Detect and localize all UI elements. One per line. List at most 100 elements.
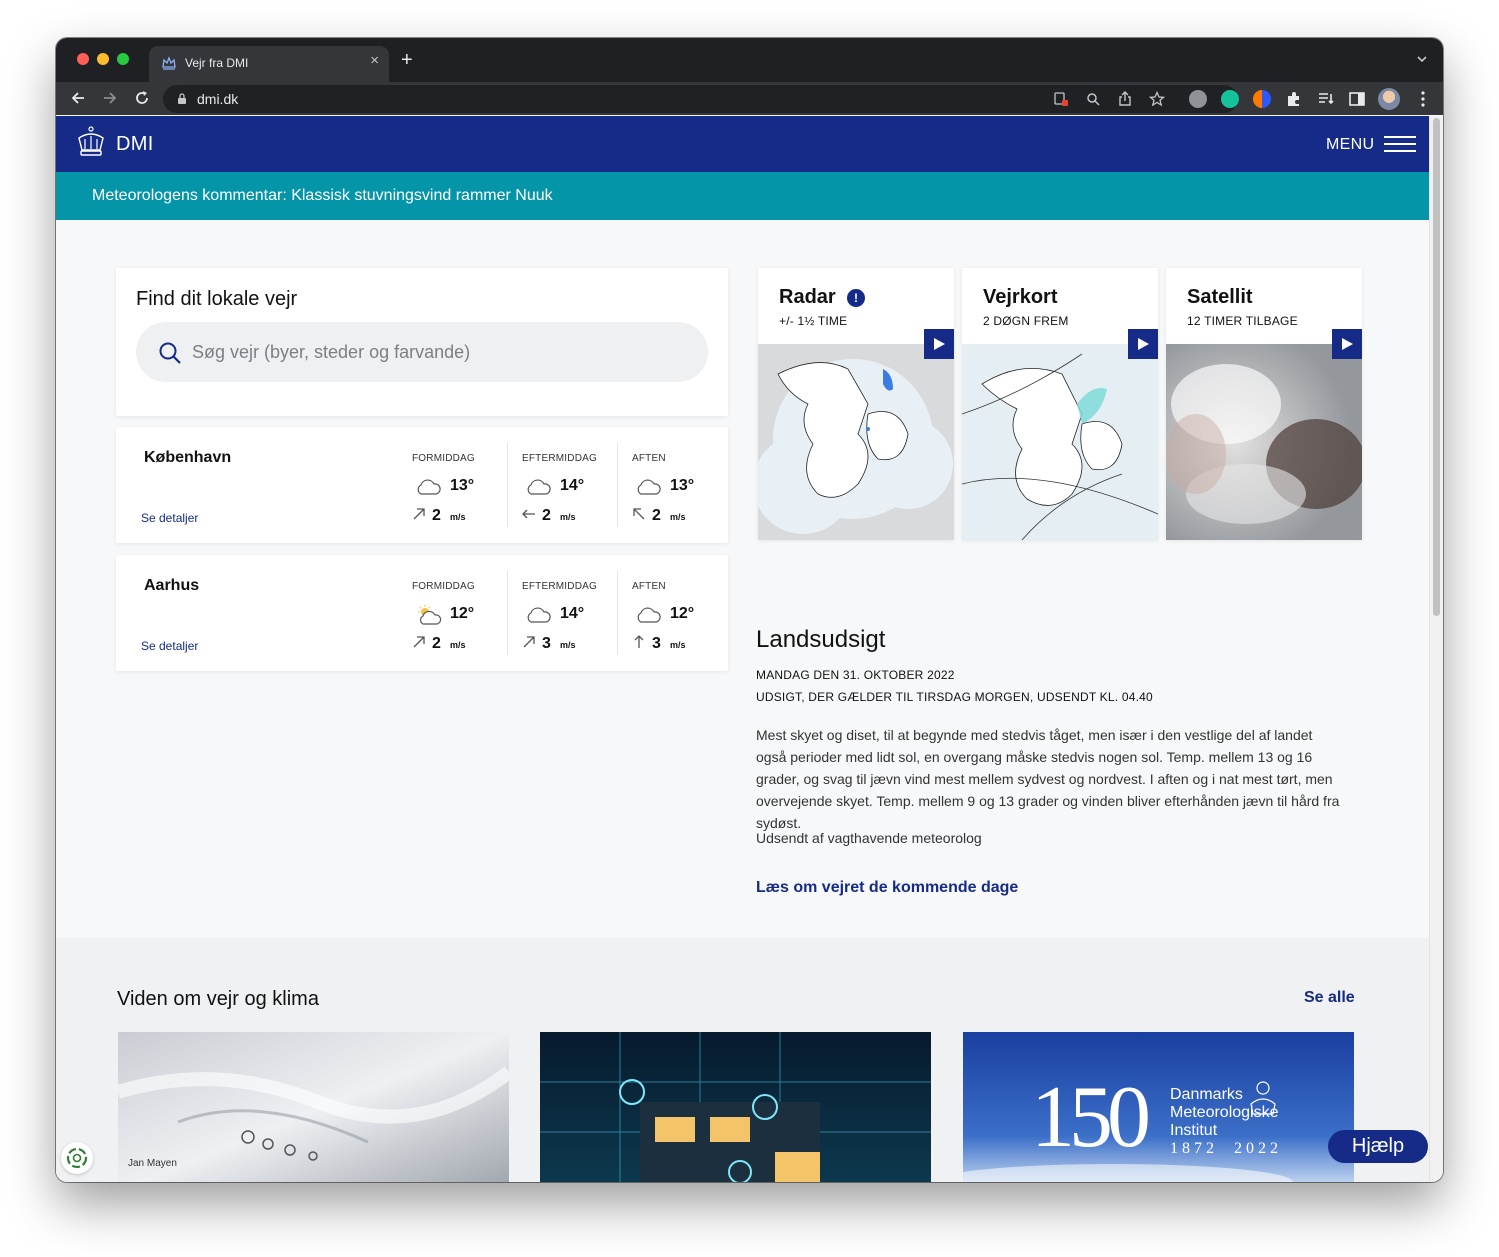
search-icon [159,342,181,364]
see-details-link[interactable]: Se detaljer [141,639,198,653]
see-all-link[interactable]: Se alle [1304,989,1355,1007]
blocked-popup-icon[interactable] [1053,91,1069,107]
search-card-title: Find dit lokale vejr [136,288,298,310]
wind-speed: 2 [652,507,661,524]
minimize-window-button[interactable] [97,53,109,65]
play-icon [1342,338,1353,350]
reading-list-icon[interactable] [1317,90,1335,108]
article-card[interactable]: Jan Mayen [118,1032,509,1182]
cloud-icon [527,479,551,495]
wind-unit: m/s [450,512,466,522]
help-button[interactable]: Hjælp [1328,1130,1428,1163]
forecast-validity: UDSIGT, DER GÆLDER TIL TIRSDAG MORGEN, U… [756,690,1153,704]
info-icon[interactable]: ! [847,289,865,307]
article-card[interactable] [540,1032,931,1182]
period-divider [617,571,618,655]
maximize-window-button[interactable] [117,53,129,65]
site-logo-text[interactable]: DMI [116,133,154,156]
wind-speed: 2 [432,507,441,524]
page-scrollbar[interactable] [1429,116,1443,1182]
crown-icon [162,56,176,70]
period-formiddag: FORMIDDAG 13° 2 m/s [412,441,522,531]
play-button[interactable] [924,329,954,359]
city-card-aarhus: Aarhus Se detaljer FORMIDDAG 12° 2 m/s E… [116,555,728,671]
arrow-up-right-icon [413,636,425,648]
arrow-up-left-icon [633,508,645,520]
city-name: Aarhus [144,577,200,594]
address-bar[interactable]: dmi.dk [163,85,1238,113]
scrollbar-thumb[interactable] [1433,118,1440,616]
browser-tab[interactable]: Vejr fra DMI × [149,46,389,82]
arrow-up-icon [634,635,644,648]
chevron-down-icon[interactable] [1415,52,1429,66]
forward-arrow-icon[interactable] [101,89,119,107]
extension-grammarly-icon[interactable] [1221,90,1239,108]
more-vertical-icon[interactable] [1414,90,1432,108]
search-box[interactable] [136,322,708,382]
wind-speed: 2 [432,635,441,652]
radar-card[interactable]: Radar ! +/- 1½ TIME [758,268,954,540]
map-card-subtitle: 12 TIMER TILBAGE [1187,314,1298,328]
period-divider [617,443,618,527]
period-aften: AFTEN 13° 2 m/s [632,441,742,531]
tab-bar: Vejr fra DMI × + [56,38,1443,82]
anniversary-line-2: Meteorologiske [1170,1104,1279,1121]
extensions-puzzle-icon[interactable] [1285,90,1303,108]
cookie-settings-icon [66,1147,88,1169]
forecast-body: Mest skyet og diset, til at begynde med … [756,727,1340,831]
city-name: København [144,449,232,466]
reload-icon[interactable] [133,89,151,107]
zoom-icon[interactable] [1085,91,1101,107]
dmi-150-year-image [963,1032,1354,1182]
see-details-link[interactable]: Se detaljer [141,511,198,525]
period-aften: AFTEN 12° 3 m/s [632,569,742,659]
period-label: EFTERMIDDAG [522,581,597,592]
close-window-button[interactable] [77,53,89,65]
period-eftermiddag: EFTERMIDDAG 14° 2 m/s [522,441,632,531]
share-icon[interactable] [1117,91,1133,107]
anniversary-line-1: Danmarks [1170,1086,1243,1103]
weather-map-image [962,344,1158,540]
browser-window: Vejr fra DMI × + dmi.dk DMI MENU Meteoro… [56,38,1443,1182]
menu-button[interactable]: MENU [1326,136,1374,154]
play-button[interactable] [1332,329,1362,359]
period-divider [507,571,508,655]
map-card-title: Satellit [1187,286,1253,308]
temperature: 12° [450,605,475,622]
new-tab-button[interactable]: + [401,50,413,70]
section-title: Viden om vejr og klima [117,988,319,1010]
wind-unit: m/s [450,640,466,650]
anniversary-number: 150 [1031,1069,1151,1166]
extension-k-icon[interactable] [1189,90,1207,108]
tab-title: Vejr fra DMI [185,56,249,70]
satellite-card[interactable]: Satellit 12 TIMER TILBAGE [1166,268,1362,540]
extension-orange-icon[interactable] [1253,90,1271,108]
search-input[interactable] [192,322,692,382]
tab-close-icon[interactable]: × [370,53,379,68]
cookie-settings-button[interactable] [61,1142,93,1174]
wind-speed: 2 [542,507,551,524]
play-button[interactable] [1128,329,1158,359]
upcoming-days-link[interactable]: Læs om vejret de kommende dage [756,879,1018,897]
side-panel-icon[interactable] [1348,90,1366,108]
back-arrow-icon[interactable] [69,89,87,107]
forecast-author: Udsendt af vagthavende meteorolog [756,830,982,846]
period-label: FORMIDDAG [412,453,475,464]
map-card-subtitle: +/- 1½ TIME [779,314,848,328]
map-card-title: Vejrkort [983,286,1058,308]
forecast-title: Landsudsigt [756,626,886,653]
banner-link[interactable]: Meteorologens kommentar: Klassisk stuvni… [92,187,553,205]
bookmark-star-icon[interactable] [1149,91,1165,107]
cloud-icon [637,479,661,495]
arrow-left-icon [522,509,535,519]
forecast-date: MANDAG DEN 31. OKTOBER 2022 [756,668,955,682]
arrow-up-right-icon [413,508,425,520]
article-card[interactable]: 150 Danmarks Meteorologiske Institut 187… [963,1032,1354,1182]
lock-icon [178,93,186,104]
weather-map-card[interactable]: Vejrkort 2 DØGN FREM [962,268,1158,540]
dmi-crown-logo-icon[interactable] [76,126,106,158]
period-eftermiddag: EFTERMIDDAG 14° 3 m/s [522,569,632,659]
period-formiddag: FORMIDDAG 12° 2 m/s [412,569,522,659]
profile-avatar[interactable] [1378,88,1400,110]
hamburger-icon[interactable] [1384,136,1416,152]
